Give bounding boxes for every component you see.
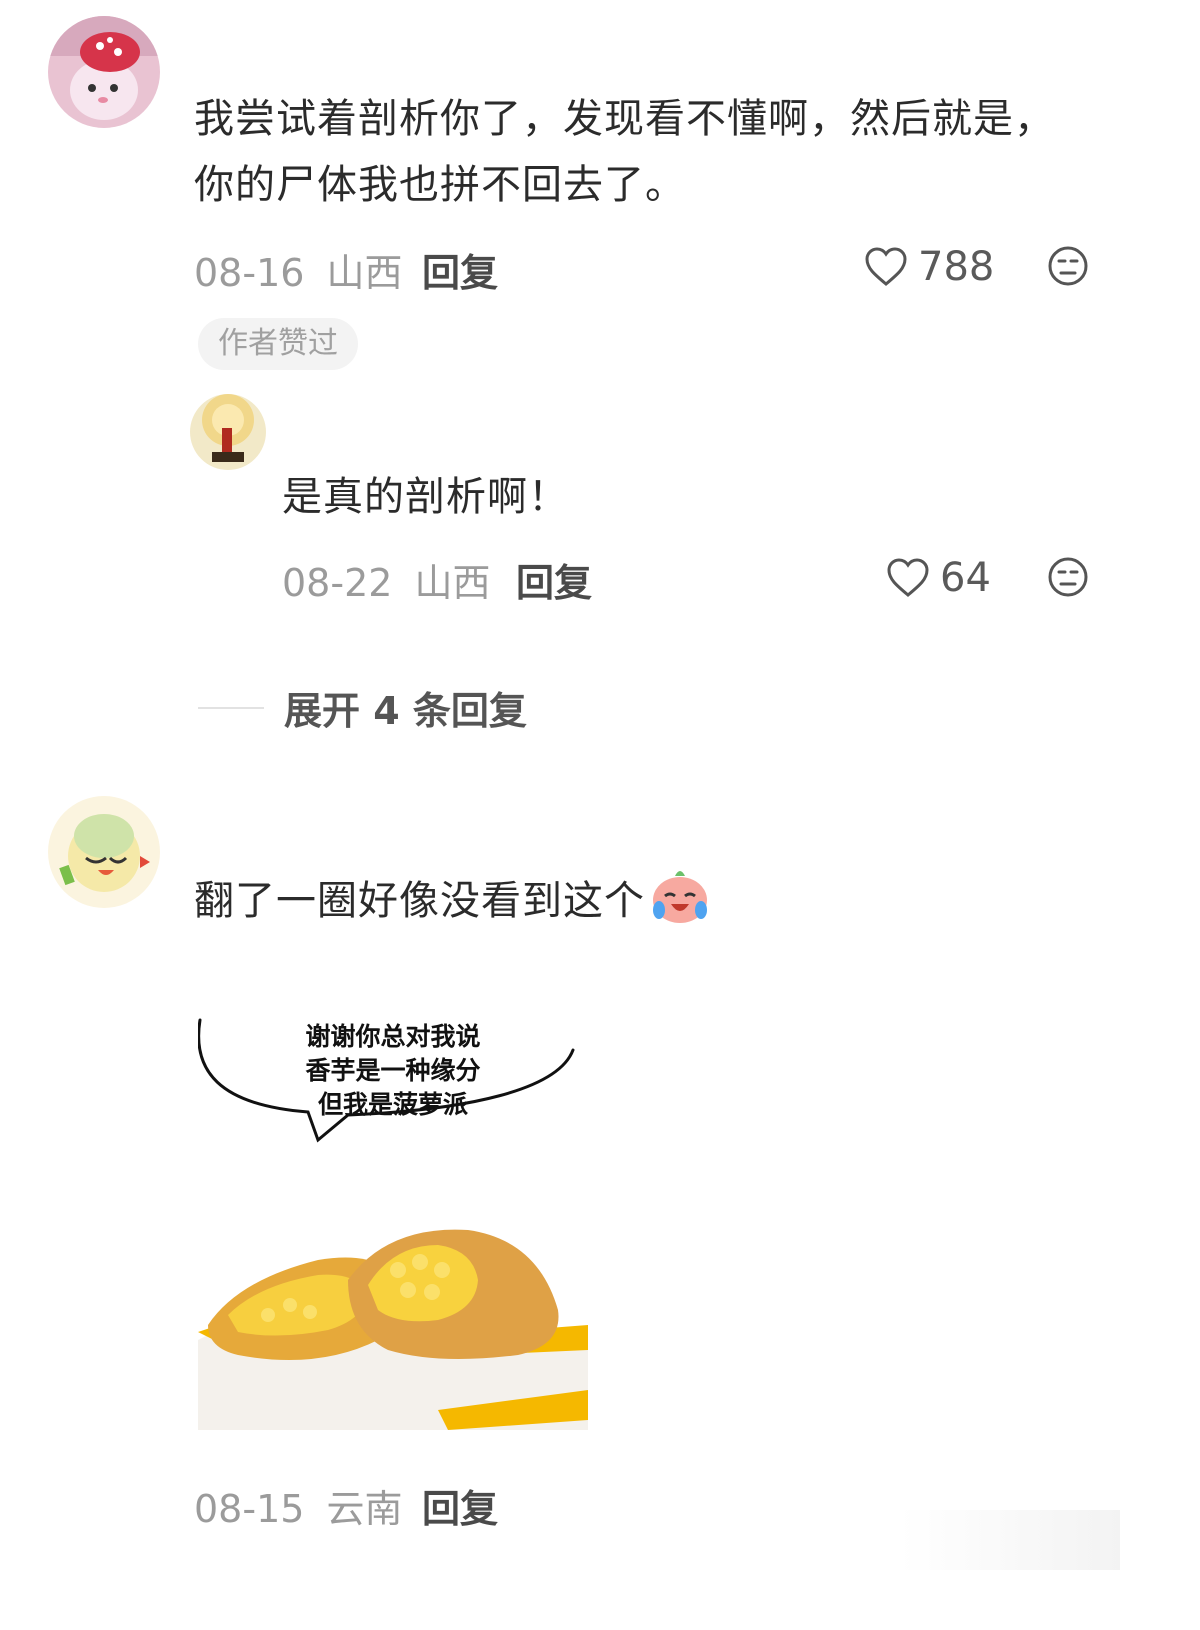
reply-avatar[interactable] [190, 394, 266, 470]
reply-date: 08-22 山西 [282, 552, 491, 607]
reply-text: 是真的剖析啊！ [282, 474, 569, 520]
comment-text-line: 我尝试着剖析你了，发现看不懂啊，然后就是， [194, 96, 1055, 142]
reply-button[interactable]: 回复 [422, 242, 498, 297]
like-button[interactable]: 788 [864, 244, 994, 290]
meme-image[interactable]: 谢谢你总对我说 香芋是一种缘分 但我是菠萝派 [198, 980, 588, 1490]
location-text: 山西 [414, 561, 491, 605]
caption-line: 谢谢你总对我说 [305, 1022, 481, 1051]
reply-button[interactable]: 回复 [516, 552, 592, 607]
expand-replies-label: 展开 4 条回复 [284, 689, 527, 733]
like-count: 64 [940, 555, 991, 601]
location-text: 山西 [326, 251, 403, 295]
date-text: 08-16 [194, 251, 305, 295]
comment-text-line: 你的尸体我也拼不回去了。 [194, 162, 686, 208]
crying-laughing-peach-emoji-icon [653, 871, 707, 923]
comment-date: 08-15 云南 [194, 1478, 403, 1533]
date-text: 08-22 [282, 561, 393, 605]
dislike-face-icon[interactable] [1046, 555, 1090, 599]
dislike-face-icon[interactable] [1046, 244, 1090, 288]
divider [198, 706, 264, 709]
date-text: 08-15 [194, 1487, 305, 1531]
reply-button[interactable]: 回复 [422, 1478, 498, 1533]
like-count: 788 [918, 244, 995, 290]
like-button[interactable]: 64 [886, 555, 991, 601]
comment-text: 我尝试着剖析你了，发现看不懂啊，然后就是， 你的尸体我也拼不回去了。 [194, 86, 1055, 218]
author-liked-badge: 作者赞过 [198, 318, 358, 370]
comment-date: 08-16 山西 [194, 242, 403, 297]
bottom-fade-overlay [900, 1510, 1120, 1570]
location-text: 云南 [326, 1487, 403, 1531]
expand-replies-button[interactable]: 展开 4 条回复 [198, 680, 527, 735]
comment-text: 翻了一圈好像没看到这个 [194, 864, 711, 934]
meme-caption: 谢谢你总对我说 香芋是一种缘分 但我是菠萝派 [198, 1020, 588, 1122]
avatar[interactable] [48, 16, 160, 128]
caption-line: 香芋是一种缘分 [305, 1056, 481, 1085]
avatar[interactable] [48, 796, 160, 908]
heart-icon [887, 558, 929, 597]
comment-text-line: 翻了一圈好像没看到这个 [194, 878, 645, 924]
heart-icon [865, 247, 907, 286]
caption-line: 但我是菠萝派 [317, 1090, 468, 1119]
